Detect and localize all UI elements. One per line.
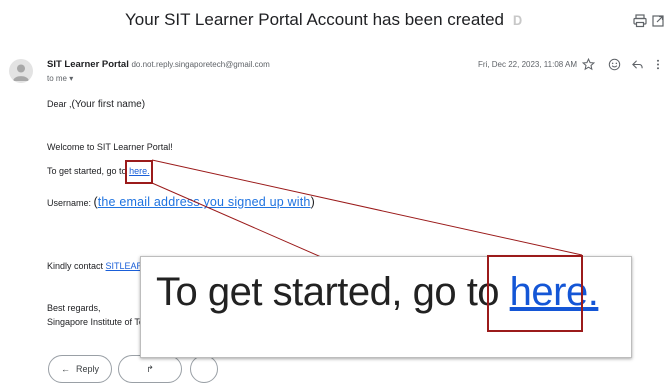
highlight-box-small — [125, 160, 153, 184]
zoom-text: To get started, go to — [156, 270, 510, 314]
highlight-box-large — [487, 255, 583, 332]
callout-line-top — [151, 159, 583, 256]
